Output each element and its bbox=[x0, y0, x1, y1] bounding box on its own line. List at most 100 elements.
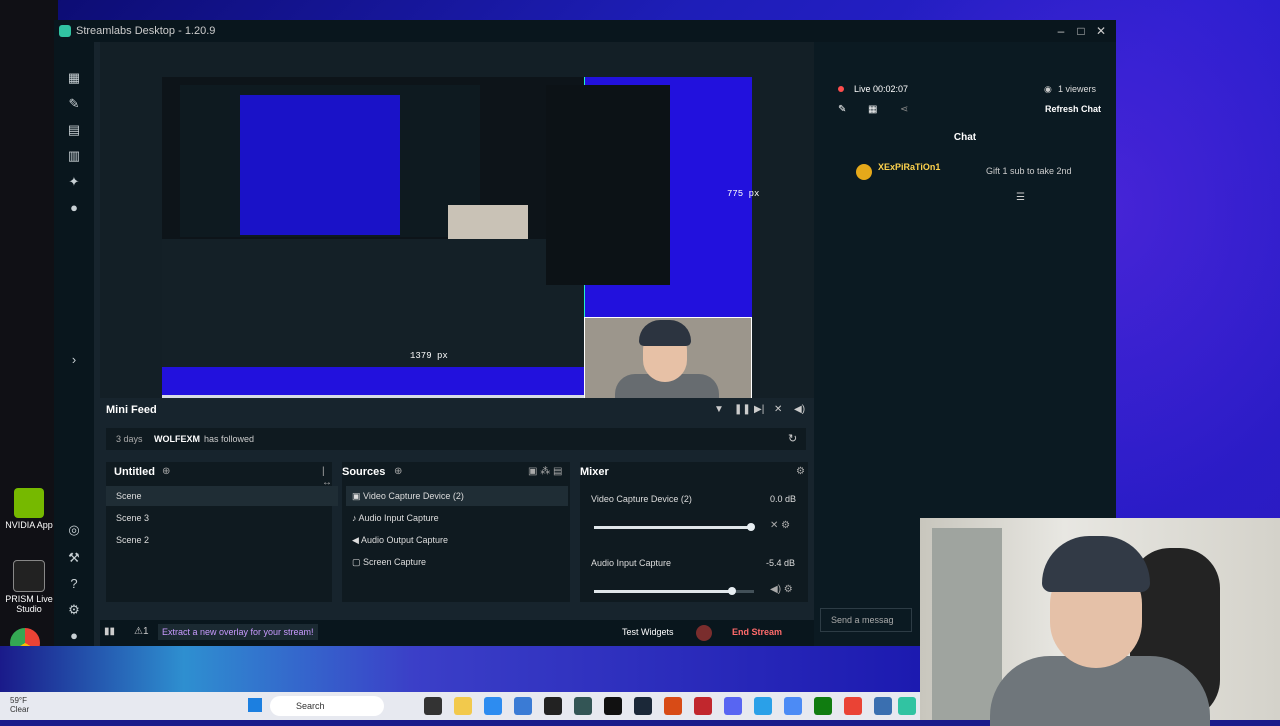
mixer-volume-knob[interactable] bbox=[747, 523, 755, 531]
webcam-source[interactable] bbox=[584, 317, 752, 409]
adobe-icon[interactable] bbox=[694, 697, 712, 715]
scene-item-scene-2[interactable]: Scene 2 bbox=[106, 530, 338, 550]
mini-feed: Mini Feed ▼ ❚❚ ▶| ✕ ◀) 3 days WOLFEXM ha… bbox=[100, 398, 814, 456]
mute-alerts-icon[interactable]: ✕ bbox=[774, 404, 782, 415]
record-button[interactable] bbox=[696, 625, 712, 641]
weather-widget[interactable]: 59°F Clear bbox=[10, 696, 29, 714]
preview-canvas[interactable] bbox=[162, 77, 752, 409]
stream-preview[interactable]: 775 px 1379 px › bbox=[100, 42, 826, 420]
feed-event-row[interactable]: 3 days WOLFEXM has followed ↻ bbox=[106, 428, 806, 450]
taskbar-search[interactable]: Search bbox=[270, 696, 384, 716]
start-icon[interactable] bbox=[248, 698, 262, 712]
settings-gear-icon[interactable]: ⚙ bbox=[64, 600, 84, 620]
mixer-volume-slider[interactable] bbox=[594, 587, 754, 595]
event-action: has followed bbox=[204, 434, 255, 444]
source-item-audio-input[interactable]: ♪ Audio Input Capture bbox=[346, 508, 568, 528]
scene-transitions-icon[interactable]: |↔ bbox=[322, 466, 332, 488]
mini-feed-title: Mini Feed bbox=[106, 404, 157, 416]
expand-nav-chevron-icon[interactable]: › bbox=[64, 350, 84, 370]
chrome-profile-icon[interactable] bbox=[844, 697, 862, 715]
maximize-icon[interactable]: □ bbox=[1072, 23, 1090, 39]
pause-icon[interactable]: ❚❚ bbox=[734, 404, 751, 415]
mixer-volume-slider[interactable] bbox=[594, 523, 755, 531]
dashboard-tile-icon[interactable]: ▦ bbox=[868, 104, 877, 115]
prism-live-studio-shortcut[interactable]: PRISM Live Studio bbox=[4, 560, 54, 614]
live-timer: Live 00:02:07 bbox=[854, 84, 909, 94]
task-view-icon[interactable] bbox=[424, 697, 442, 715]
repeat-alert-icon[interactable]: ↻ bbox=[788, 432, 797, 445]
mixer-channel-db: 0.0 dB bbox=[770, 494, 797, 504]
source-item-video-capture[interactable]: ▣ Video Capture Device (2) bbox=[346, 486, 568, 506]
nested-editor-docks bbox=[162, 239, 584, 367]
obs-icon[interactable] bbox=[544, 697, 562, 715]
test-widgets-button[interactable]: Test Widgets bbox=[622, 627, 674, 637]
store-icon[interactable]: ▤ bbox=[64, 120, 84, 140]
width-measure-label: 1379 px bbox=[410, 351, 448, 361]
windows-taskbar: 59°F Clear Search bbox=[0, 692, 920, 720]
record-icon[interactable]: ● bbox=[64, 198, 84, 218]
volume-icon[interactable]: ◀) bbox=[794, 404, 805, 415]
dashboard-icon[interactable]: ◎ bbox=[64, 520, 84, 540]
skip-icon[interactable]: ▶| bbox=[754, 404, 764, 415]
edit-stream-icon[interactable]: ✎ bbox=[838, 104, 846, 115]
chat-input[interactable]: Send a messag bbox=[820, 608, 912, 632]
streamlabs-taskbar-icon[interactable] bbox=[898, 697, 916, 715]
title-bar[interactable]: Streamlabs Desktop - 1.20.9 – □ ✕ bbox=[54, 20, 1116, 42]
layout-icon[interactable]: ▥ bbox=[64, 146, 84, 166]
themes-icon[interactable]: ✎ bbox=[64, 94, 84, 114]
epic-games-icon[interactable] bbox=[604, 697, 622, 715]
end-stream-button[interactable]: End Stream bbox=[732, 627, 782, 637]
chat-message: XExPiRaTiOn1 Gift 1 sub to take 2nd bbox=[834, 160, 1104, 190]
rockstar-icon[interactable] bbox=[664, 697, 682, 715]
store-app-icon[interactable] bbox=[514, 697, 532, 715]
chat-settings-icon[interactable]: ☰ bbox=[1016, 192, 1025, 203]
nvidia-app-shortcut[interactable]: NVIDIA App bbox=[4, 488, 54, 530]
notifications-icon[interactable]: ⚠1 bbox=[134, 626, 149, 637]
scene-collection-title[interactable]: Untitled bbox=[114, 466, 155, 478]
scene-item-scene[interactable]: Scene bbox=[106, 486, 338, 506]
captured-screen-source[interactable] bbox=[162, 77, 585, 367]
discord-icon[interactable] bbox=[724, 697, 742, 715]
notes-icon[interactable] bbox=[874, 697, 892, 715]
streamlabs-logo-icon bbox=[59, 25, 71, 37]
weather-desc: Clear bbox=[10, 705, 30, 714]
mixer-title: Mixer bbox=[580, 466, 609, 478]
tools-icon[interactable]: ⚒ bbox=[64, 548, 84, 568]
minimize-icon[interactable]: – bbox=[1052, 23, 1070, 39]
xbox-icon[interactable] bbox=[814, 697, 832, 715]
browser-icon[interactable] bbox=[754, 697, 772, 715]
live-indicator-icon bbox=[838, 86, 844, 92]
filter-icon[interactable]: ▼ bbox=[714, 404, 724, 415]
overlay-tip[interactable]: Extract a new overlay for your stream! bbox=[158, 624, 318, 640]
mixer-channel-name: Audio Input Capture bbox=[591, 558, 672, 568]
refresh-chat-button[interactable]: Refresh Chat bbox=[1045, 104, 1101, 114]
source-group-icon[interactable]: ▣ ⁂ ▤ bbox=[528, 466, 562, 477]
highlighter-icon[interactable]: ✦ bbox=[64, 172, 84, 192]
mute-icon[interactable]: ✕ ⚙ bbox=[770, 520, 790, 531]
weather-temp: 59°F bbox=[10, 696, 27, 705]
share-icon[interactable]: ⋖ bbox=[900, 104, 908, 115]
chrome-icon[interactable] bbox=[784, 697, 802, 715]
volume-icon[interactable]: ◀) ⚙ bbox=[770, 584, 793, 595]
scene-item-scene-3[interactable]: Scene 3 bbox=[106, 508, 338, 528]
speaker-icon: ◀ bbox=[352, 535, 359, 545]
mixer-settings-gear-icon[interactable]: ⚙ bbox=[796, 466, 805, 477]
webcam-person-beanie bbox=[639, 320, 691, 346]
steam-icon[interactable] bbox=[634, 697, 652, 715]
edge-icon[interactable] bbox=[484, 697, 502, 715]
add-source-icon[interactable]: ⊕ bbox=[394, 466, 402, 477]
file-explorer-icon[interactable] bbox=[454, 697, 472, 715]
add-scene-icon[interactable]: ⊕ bbox=[162, 466, 170, 477]
screen-icon: ▢ bbox=[352, 557, 361, 567]
performance-icon[interactable]: ▮▮ bbox=[104, 626, 115, 637]
badge-icon bbox=[856, 164, 872, 180]
editor-icon[interactable]: ▦ bbox=[64, 68, 84, 88]
help-icon[interactable]: ? bbox=[64, 574, 84, 594]
app-icon[interactable] bbox=[574, 697, 592, 715]
source-item-audio-output[interactable]: ◀ Audio Output Capture bbox=[346, 530, 568, 550]
chat-username[interactable]: XExPiRaTiOn1 bbox=[878, 162, 940, 172]
close-icon[interactable]: ✕ bbox=[1092, 23, 1110, 39]
mixer-volume-knob[interactable] bbox=[728, 587, 736, 595]
source-item-screen-capture[interactable]: ▢ Screen Capture bbox=[346, 552, 568, 572]
profile-icon[interactable]: ● bbox=[64, 626, 84, 646]
